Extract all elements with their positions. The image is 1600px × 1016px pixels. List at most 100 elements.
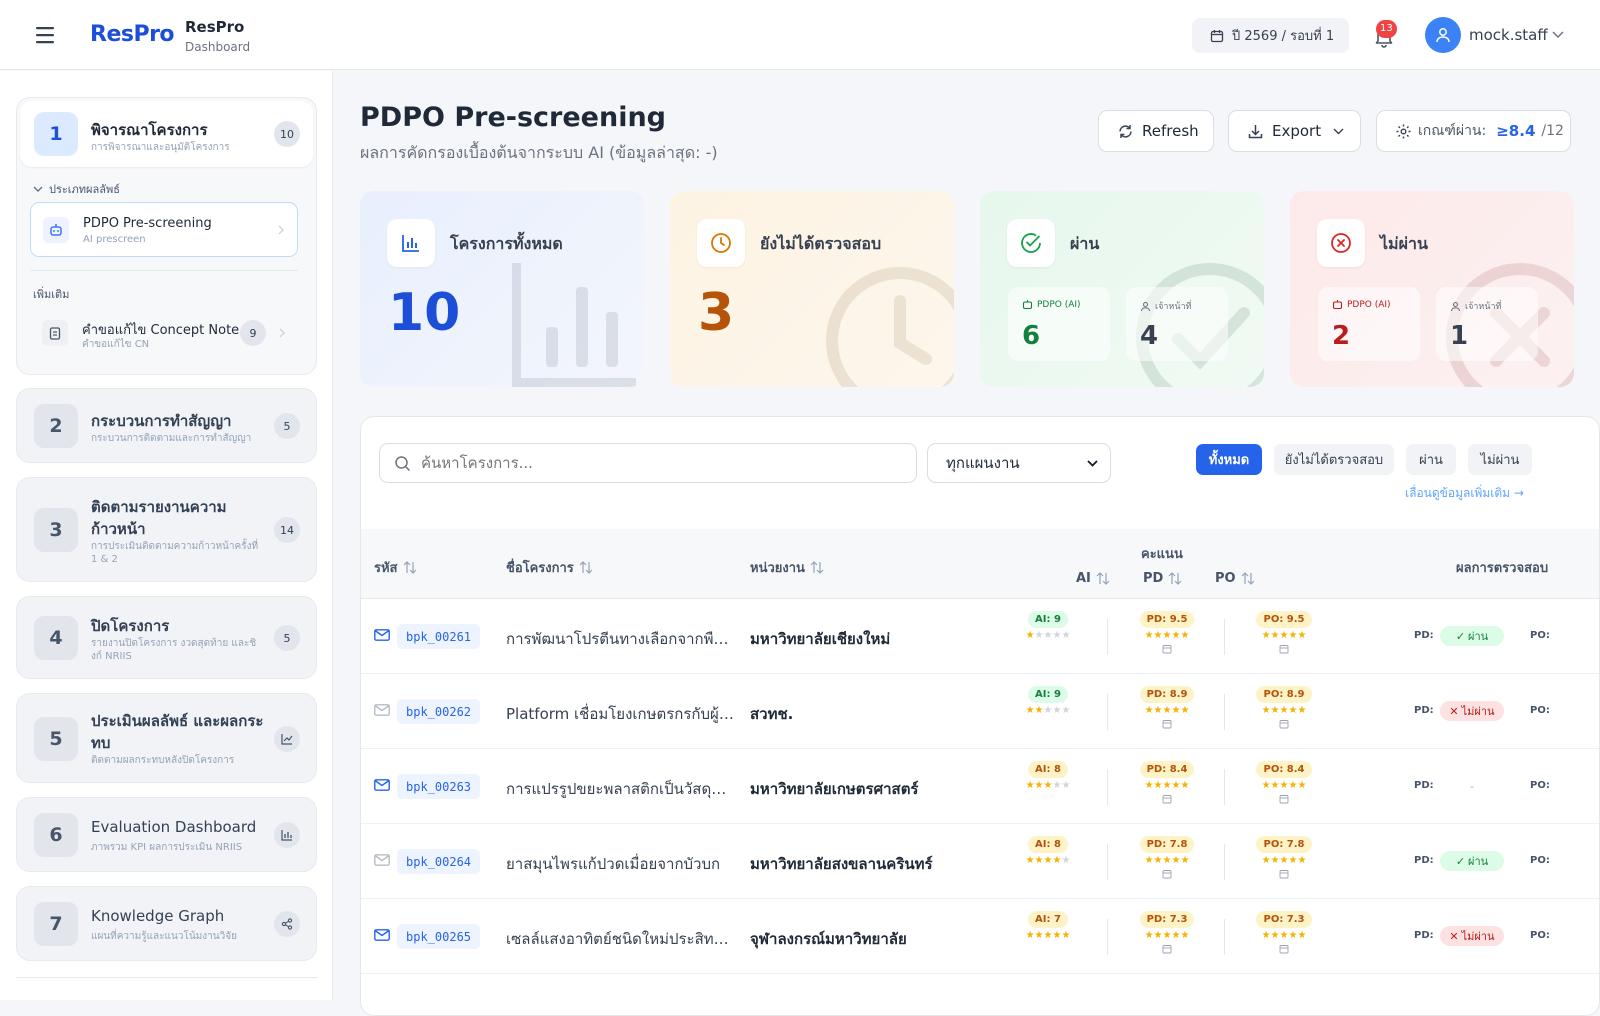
mail-icon[interactable]	[374, 929, 390, 941]
mail-icon[interactable]	[374, 854, 390, 866]
star-icon: ★	[1034, 930, 1044, 941]
project-name[interactable]: เซลล์แสงอาทิตย์ชนิดใหม่ประสิทธิภาพสูง	[506, 927, 734, 951]
user-icon	[1450, 301, 1461, 312]
column-header-agency[interactable]: หน่วยงาน	[750, 557, 824, 578]
pass-staff-box: เจ้าหน้าที่ 4	[1126, 287, 1228, 361]
project-name[interactable]: การพัฒนาโปรตีนทางเลือกจากพืชและแมลงสำหรั…	[506, 627, 734, 651]
share-icon	[274, 911, 300, 937]
sidebar-group-2[interactable]: 2 กระบวนการทำสัญญา กระบวนการติดตามและการ…	[16, 388, 317, 463]
filter-tab-pass[interactable]: ผ่าน	[1406, 444, 1456, 475]
username[interactable]: mock.staff	[1469, 26, 1548, 44]
stat-card-pass[interactable]: ผ่าน PDPO (AI) 6 เจ้าหน้าที่ 4	[980, 191, 1264, 387]
table-row[interactable]: bpk_00263 การแปรรูปขยะพลาสติกเป็นวัสดุก่อ…	[361, 749, 1599, 824]
mail-icon[interactable]	[374, 779, 390, 791]
item-subtitle: AI prescreen	[83, 234, 146, 245]
department-select[interactable]: ทุกแผนงาน	[927, 443, 1111, 483]
robot-icon	[43, 217, 69, 243]
chevron-down-icon[interactable]	[1552, 31, 1564, 39]
pd-result-badge[interactable]: ✕ ไม่ผ่าน	[1440, 926, 1504, 946]
star-icon: ★	[1261, 630, 1271, 641]
refresh-button[interactable]: Refresh	[1098, 110, 1214, 152]
star-icon: ★	[1034, 780, 1044, 791]
avatar[interactable]	[1425, 17, 1461, 53]
sort-icon	[579, 561, 593, 574]
table-row[interactable]: bpk_00264 ยาสมุนไพรแก้ปวดเมื่อยจากบัวบก มห…	[361, 824, 1599, 899]
pd-result-label: PD:	[1414, 780, 1434, 791]
column-header-code[interactable]: รหัส	[374, 557, 417, 578]
project-code[interactable]: bpk_00263	[397, 774, 481, 799]
sidebar-group-1: 1 พิจารณาโครงการ การพิจารณาและอนุมัติโคร…	[16, 97, 317, 375]
po-star-rating: ★★★★★	[1262, 930, 1307, 942]
table-row[interactable]: bpk_00261 การพัฒนาโปรตีนทางเลือกจากพืชและ…	[361, 599, 1599, 674]
search-input[interactable]	[421, 454, 901, 472]
pd-result-badge[interactable]: -	[1440, 776, 1504, 796]
po-score-badge: PO: 8.9	[1256, 686, 1312, 703]
fail-staff-value: 1	[1450, 321, 1469, 351]
calendar-icon	[1279, 644, 1289, 654]
menu-icon[interactable]	[34, 24, 58, 46]
column-header-pd[interactable]: PD	[1143, 571, 1182, 586]
project-code[interactable]: bpk_00262	[397, 699, 481, 724]
star-icon: ★	[1180, 930, 1190, 941]
sidebar-group-7[interactable]: 7 Knowledge Graph แผนที่ความรู้และแนวโน้…	[16, 886, 317, 961]
project-name[interactable]: การแปรรูปขยะพลาสติกเป็นวัสดุก่อสร้าง	[506, 777, 734, 801]
ai-score-badge: AI: 9	[1028, 611, 1068, 628]
sidebar-group-1-header[interactable]: 1 พิจารณาโครงการ การพิจารณาและอนุมัติโคร…	[20, 101, 313, 167]
threshold-settings-button[interactable]: เกณฑ์ผ่าน: ≥8.4 /12	[1376, 110, 1571, 152]
group-title: พิจารณาโครงการ	[91, 121, 208, 139]
sidebar-item-pdpo-prescreening[interactable]: PDPO Pre-screening AI prescreen	[30, 202, 298, 257]
stat-card-total[interactable]: โครงการทั้งหมด 10	[360, 191, 644, 387]
star-icon: ★	[1153, 855, 1163, 866]
sidebar-group-3[interactable]: 3 ติดตามรายงานความก้าวหน้า การประเมินติด…	[16, 477, 317, 582]
column-header-po[interactable]: PO	[1215, 571, 1255, 586]
sidebar-group-4[interactable]: 4 ปิดโครงการ รายงานปิดโครงการ งวดสุดท้าย…	[16, 596, 317, 679]
po-score: PO: 8.9 ★★★★★	[1249, 686, 1319, 729]
divider	[1107, 694, 1108, 730]
table-row[interactable]: bpk_00262 Platform เชื่อมโยงเกษตรกรกับผู้…	[361, 674, 1599, 749]
project-name[interactable]: Platform เชื่อมโยงเกษตรกรกับผู้ซื้อ	[506, 702, 734, 726]
sidebar-item-concept-note[interactable]: คำขอแก้ไข Concept Note คำขอแก้ไข CN 9	[30, 306, 298, 361]
sidebar-group-6[interactable]: 6 Evaluation Dashboard ภาพรวม KPI ผลการป…	[16, 797, 317, 872]
calendar-icon	[1162, 794, 1172, 804]
section-toggle[interactable]: ประเภทผลลัพธ์	[33, 180, 120, 198]
search-box[interactable]	[379, 443, 917, 483]
count-badge: 5	[274, 625, 300, 651]
ai-score: AI: 8 ★★★★★	[1013, 761, 1083, 792]
project-code[interactable]: bpk_00261	[397, 624, 481, 649]
pd-result-label: PD:	[1414, 705, 1434, 716]
pd-result-badge[interactable]: ✓ ผ่าน	[1440, 851, 1504, 871]
group-subtitle: แผนที่ความรู้และแนวโน้มงานวิจัย	[91, 931, 237, 942]
group-title: Evaluation Dashboard	[91, 818, 257, 836]
divider	[1107, 619, 1108, 655]
column-header-ai[interactable]: AI	[1076, 571, 1110, 586]
filter-tab-pending[interactable]: ยังไม่ได้ตรวจสอบ	[1274, 444, 1394, 475]
table-row[interactable]: bpk_00265 เซลล์แสงอาทิตย์ชนิดใหม่ประสิทธิ…	[361, 899, 1599, 974]
agency-name: มหาวิทยาลัยเชียงใหม่	[750, 630, 891, 648]
mail-icon[interactable]	[374, 629, 390, 641]
column-header-name[interactable]: ชื่อโครงการ	[506, 557, 593, 578]
project-name[interactable]: ยาสมุนไพรแก้ปวดเมื่อยจากบัวบก	[506, 852, 734, 876]
logo[interactable]: ResPro	[90, 22, 175, 47]
results-panel: ทุกแผนงาน ทั้งหมด ยังไม่ได้ตรวจสอบ ผ่าน …	[360, 416, 1600, 1016]
pd-result-badge[interactable]: ✓ ผ่าน	[1440, 626, 1504, 646]
star-icon: ★	[1297, 780, 1307, 791]
project-code[interactable]: bpk_00264	[397, 849, 481, 874]
mail-icon[interactable]	[374, 704, 390, 716]
export-button[interactable]: Export	[1228, 110, 1361, 152]
ai-score: AI: 9 ★★★★★	[1013, 611, 1083, 642]
stat-card-fail[interactable]: ไม่ผ่าน PDPO (AI) 2 เจ้าหน้าที่ 1	[1290, 191, 1574, 387]
filter-tab-all[interactable]: ทั้งหมด	[1196, 444, 1262, 475]
filter-tab-fail[interactable]: ไม่ผ่าน	[1468, 444, 1532, 475]
year-round-selector[interactable]: ปี 2569 / รอบที่ 1	[1192, 18, 1349, 53]
calendar-icon	[1279, 944, 1289, 954]
star-icon: ★	[1034, 630, 1044, 641]
stat-card-pending[interactable]: ยังไม่ได้ตรวจสอบ 3	[670, 191, 954, 387]
group-subtitle: ภาพรวม KPI ผลการประเมิน NRIIS	[91, 842, 243, 853]
agency-name: สวทช.	[750, 705, 794, 723]
chevron-down-icon	[1087, 459, 1098, 467]
pd-result-badge[interactable]: ✕ ไม่ผ่าน	[1440, 701, 1504, 721]
stat-label: ผ่าน	[1070, 234, 1100, 253]
sidebar-group-5[interactable]: 5 ประเมินผลลัพธ์ และผลกระทบ ติดตามผลกระท…	[16, 693, 317, 783]
sort-icon	[1168, 572, 1182, 585]
project-code[interactable]: bpk_00265	[397, 924, 481, 949]
